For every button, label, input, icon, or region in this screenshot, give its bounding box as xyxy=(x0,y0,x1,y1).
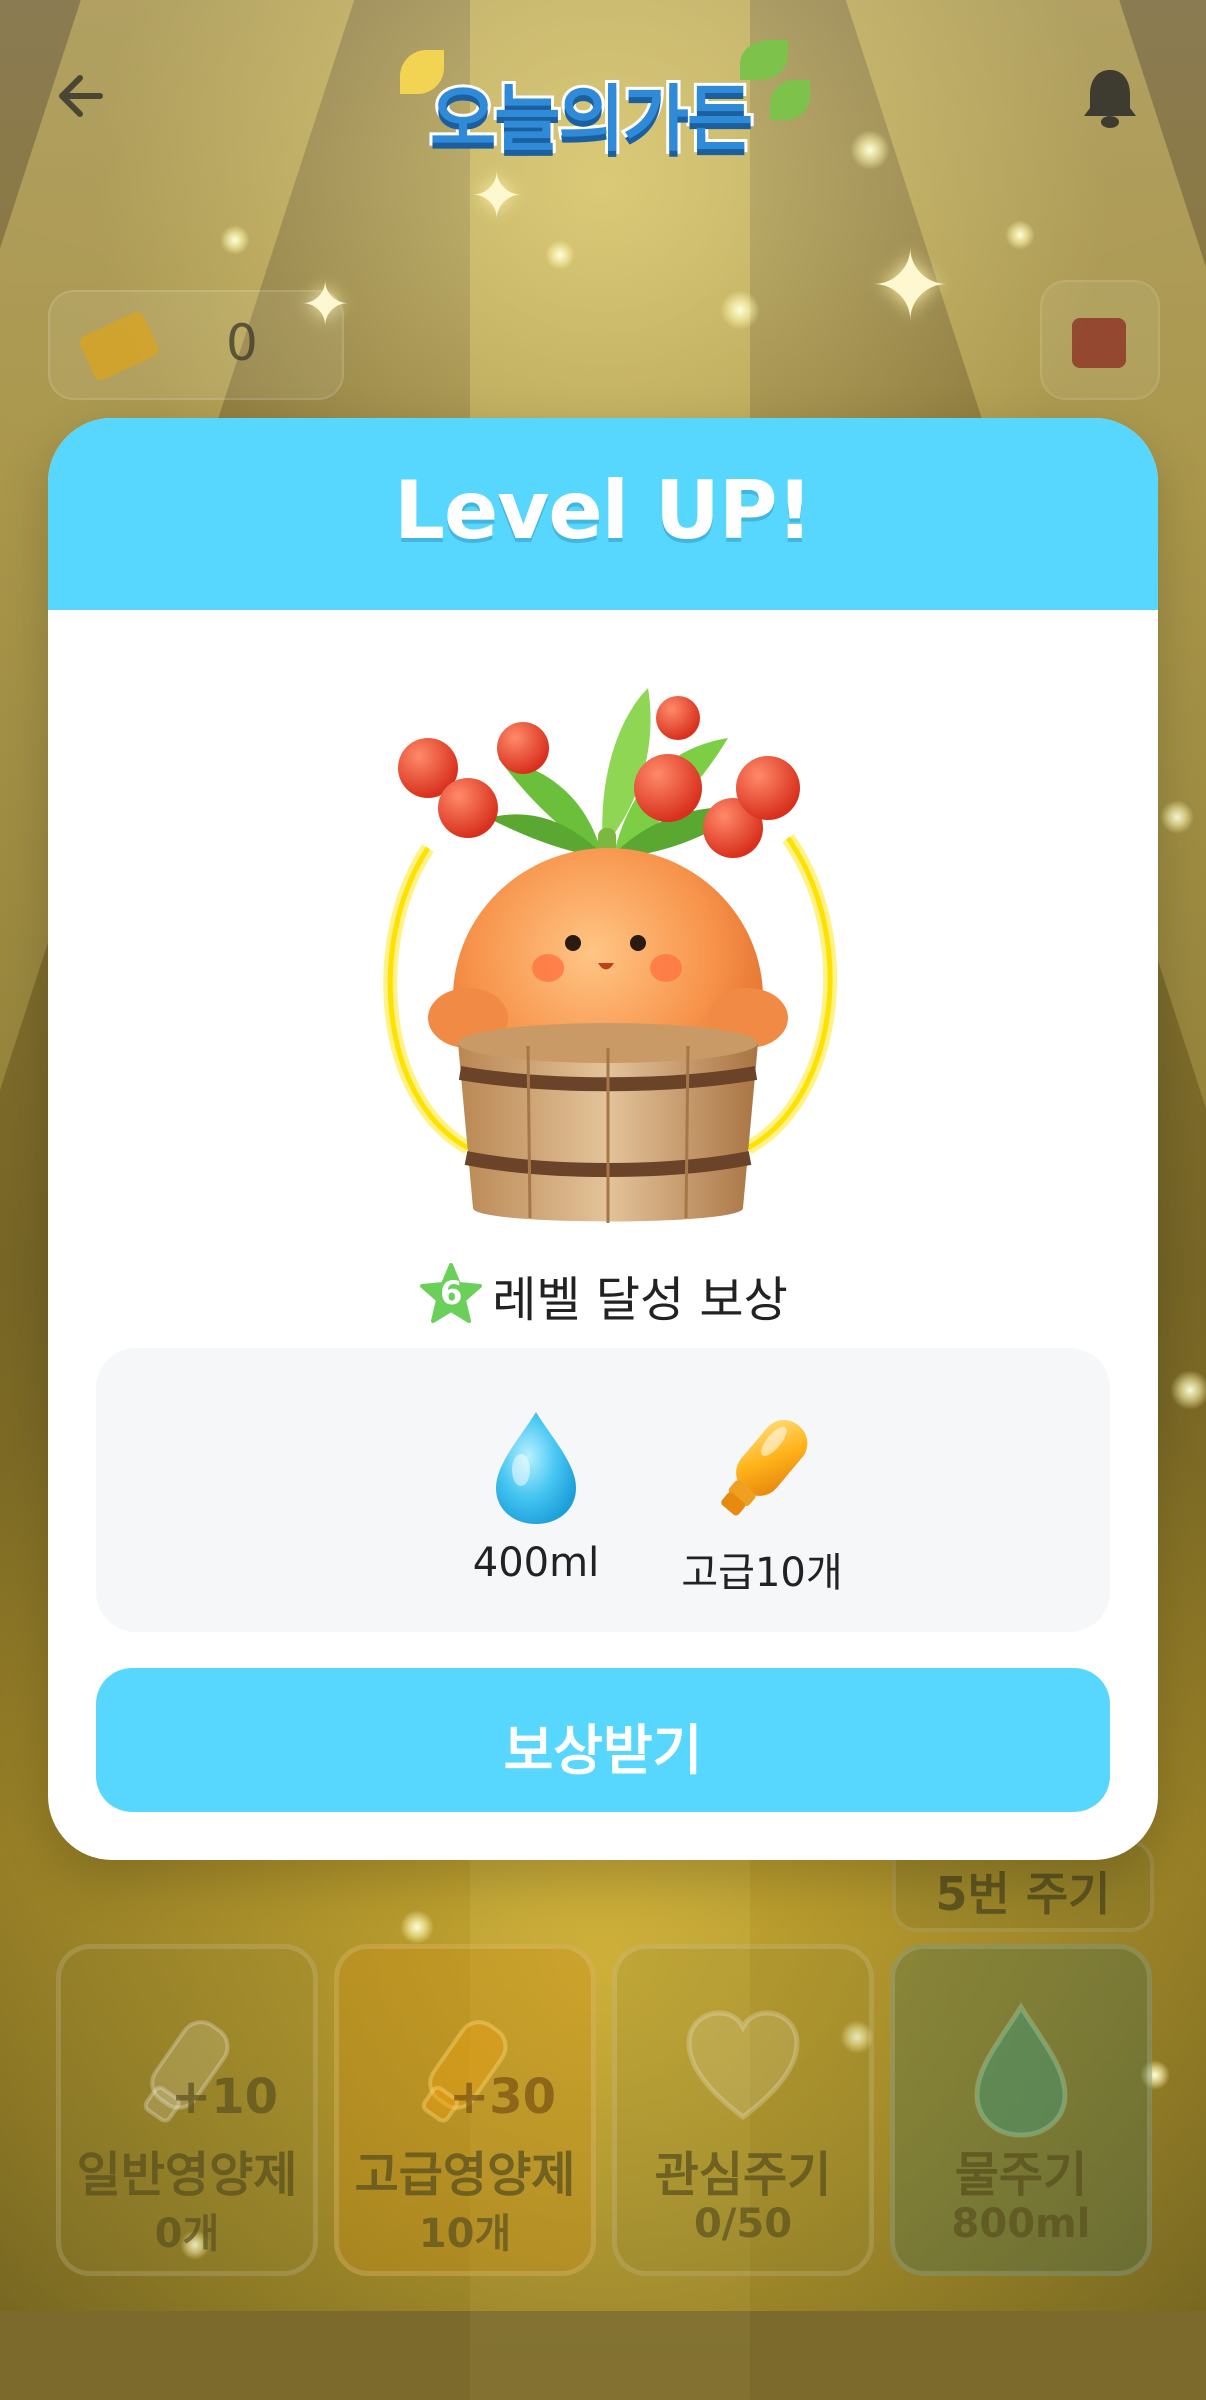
level-up-modal: Level UP! 6 레벨 달성 보상 400ml 고급10개 보상받기 xyxy=(48,418,1158,1860)
reward-label: 고급10개 xyxy=(681,1550,843,1596)
sparkle xyxy=(720,290,760,330)
level-number: 6 xyxy=(440,1274,463,1312)
sparkle xyxy=(1160,800,1194,834)
water-drop-icon xyxy=(496,1412,576,1524)
reward-item-water: 400ml xyxy=(436,1408,636,1608)
modal-header: Level UP! xyxy=(48,418,1158,610)
notification-button[interactable] xyxy=(1080,66,1140,130)
care-button[interactable]: 관심주기 0/50 xyxy=(612,1944,874,2276)
sparkle xyxy=(545,240,575,270)
bell-icon xyxy=(1084,70,1136,128)
claim-reward-button[interactable]: 보상받기 xyxy=(96,1668,1110,1812)
reward-item-fertilizer: 고급10개 xyxy=(662,1408,862,1608)
sparkle xyxy=(1170,1370,1206,1410)
reward-label: 400ml xyxy=(472,1540,600,1586)
leaf-decoration xyxy=(770,80,810,120)
action-label: 고급영양제 xyxy=(354,2147,576,2203)
fertilizer-bonus-badge: +10 xyxy=(171,2069,279,2125)
action-label: 물주기 xyxy=(954,2147,1088,2203)
app-logo: 오늘의가든 xyxy=(400,30,810,170)
watering-chip-label: 5번 주기 xyxy=(935,1867,1111,1921)
action-count: 10개 xyxy=(418,2211,512,2257)
ticket-counter[interactable]: 0 xyxy=(48,290,344,400)
mailbox-icon xyxy=(1072,318,1126,368)
sparkle xyxy=(220,225,250,255)
level-reward-title: 레벨 달성 보상 xyxy=(492,1272,788,1328)
back-button[interactable] xyxy=(52,66,112,126)
arrow-left-icon xyxy=(59,75,103,117)
fertilizer-bonus-badge: +30 xyxy=(449,2069,557,2125)
action-count: 0/50 xyxy=(693,2201,793,2247)
reward-box: 400ml 고급10개 xyxy=(96,1348,1110,1632)
side-menu-button[interactable] xyxy=(1040,280,1160,400)
heart-icon xyxy=(686,2010,800,2121)
action-label: 일반영양제 xyxy=(76,2147,298,2203)
sparkle-star: ✦ xyxy=(870,230,951,342)
water-drop-icon xyxy=(974,2002,1068,2138)
sparkle xyxy=(400,1910,434,1944)
sparkle xyxy=(1005,220,1035,250)
action-count: 0개 xyxy=(154,2211,220,2257)
water-button[interactable]: 물주기 800ml xyxy=(890,1944,1152,2276)
plant-character-illustration xyxy=(383,688,838,1223)
modal-title: Level UP! xyxy=(394,464,813,557)
level-reward-heading: 6 레벨 달성 보상 xyxy=(48,1260,1158,1330)
premium-fertilizer-icon xyxy=(721,1419,808,1516)
normal-fertilizer-button[interactable]: +10 일반영양제 0개 xyxy=(56,1944,318,2276)
action-count: 800ml xyxy=(951,2201,1091,2247)
level-star-badge: 6 xyxy=(418,1262,484,1328)
ticket-icon xyxy=(77,309,161,383)
logo-text: 오늘의가든 xyxy=(427,74,756,164)
claim-reward-label: 보상받기 xyxy=(503,1721,703,1781)
ticket-count: 0 xyxy=(226,314,258,372)
action-label: 관심주기 xyxy=(654,2147,832,2203)
app-header: 오늘의가든 xyxy=(0,0,1206,200)
premium-fertilizer-button[interactable]: +30 고급영양제 10개 xyxy=(334,1944,596,2276)
